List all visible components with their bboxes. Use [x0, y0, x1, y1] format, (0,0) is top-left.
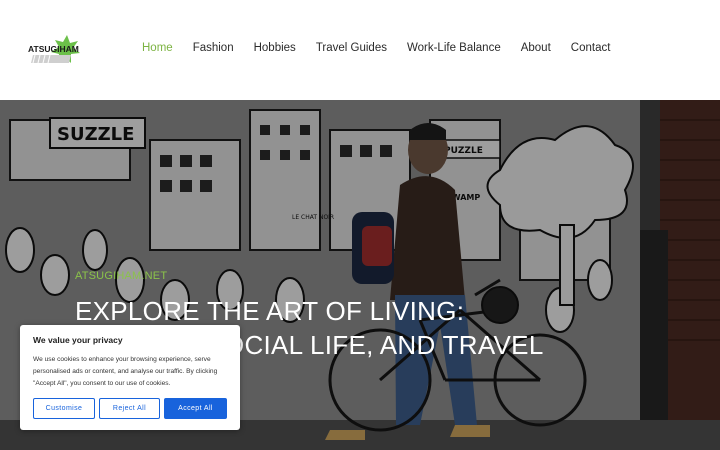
- customise-button[interactable]: Customise: [33, 398, 95, 419]
- nav-contact[interactable]: Contact: [571, 42, 611, 54]
- hero-kicker: ATSUGIHAM.NET: [75, 270, 168, 282]
- cookie-title: We value your privacy: [33, 335, 123, 345]
- accept-all-button[interactable]: Accept All: [164, 398, 227, 419]
- nav-about[interactable]: About: [521, 42, 551, 54]
- site-logo[interactable]: ATSUGIHAM: [27, 33, 81, 65]
- nav-fashion[interactable]: Fashion: [193, 42, 234, 54]
- cookie-consent-banner: We value your privacy We use cookies to …: [20, 325, 240, 430]
- nav-travel-guides[interactable]: Travel Guides: [316, 42, 387, 54]
- site-header: ATSUGIHAM Home Fashion Hobbies Travel Gu…: [0, 0, 720, 100]
- logo-star-icon: ATSUGIHAM: [28, 35, 80, 64]
- cookie-description: We use cookies to enhance your browsing …: [33, 356, 218, 387]
- nav-home[interactable]: Home: [142, 42, 173, 54]
- svg-text:ATSUGIHAM: ATSUGIHAM: [28, 44, 79, 54]
- nav-hobbies[interactable]: Hobbies: [254, 42, 296, 54]
- reject-all-button[interactable]: Reject All: [99, 398, 160, 419]
- main-nav: Home Fashion Hobbies Travel Guides Work-…: [142, 42, 630, 54]
- cookie-button-row: Customise Reject All Accept All: [33, 398, 227, 419]
- nav-work-life-balance[interactable]: Work-Life Balance: [407, 42, 501, 54]
